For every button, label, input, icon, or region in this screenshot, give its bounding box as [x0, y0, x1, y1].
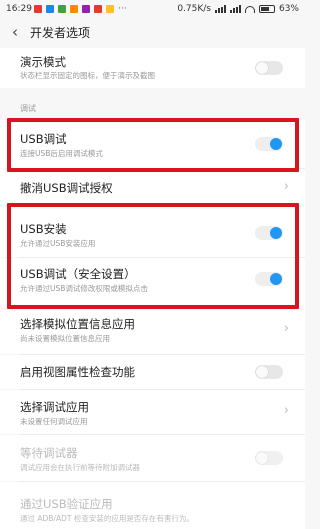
view-attr-toggle[interactable] [255, 365, 283, 379]
setting-subtitle: 未设置任何调试应用 [20, 417, 88, 426]
chevron-right-icon: › [283, 179, 289, 194]
app-notification-icon [58, 5, 66, 13]
wait-debugger-toggle[interactable] [255, 451, 283, 465]
signal-icon [229, 5, 241, 13]
app-notification-icon [46, 5, 54, 13]
setting-select-debug-app[interactable]: 选择调试应用 未设置任何调试应用 › [0, 390, 305, 434]
setting-demo-mode[interactable]: 演示模式 状态栏显示固定的图标，便于演示及截图 [0, 48, 305, 88]
status-time: 16:29 [6, 4, 32, 14]
app-notification-icon [106, 5, 114, 13]
page-title: 开发者选项 [30, 25, 91, 40]
wifi-icon [244, 5, 255, 13]
chevron-right-icon: › [283, 403, 289, 418]
highlight-box [7, 118, 299, 172]
setting-title: 演示模式 [20, 55, 66, 69]
setting-subtitle: 通过 ADB/ADT 检查安装的应用是否存在有害行为。 [20, 514, 194, 523]
more-notifications-icon: ··· [118, 4, 127, 14]
setting-title: 撤消USB调试授权 [20, 181, 113, 195]
setting-view-attr-inspection[interactable]: 启用视图属性检查功能 [0, 355, 305, 389]
demo-mode-toggle[interactable] [255, 61, 283, 75]
setting-subtitle: 状态栏显示固定的图标，便于演示及截图 [20, 71, 155, 80]
signal-icon [214, 5, 226, 13]
net-speed: 0.75K/s [177, 4, 211, 14]
setting-title: 通过USB验证应用 [20, 497, 113, 511]
app-notification-icon [70, 5, 78, 13]
status-bar: 16:29 ··· 0.75K/s 63% [0, 0, 305, 18]
setting-subtitle: 调试应用会在执行前等待附加调试器 [20, 463, 140, 472]
setting-verify-apps-usb[interactable]: 通过USB验证应用 通过 ADB/ADT 检查安装的应用是否存在有害行为。 [0, 482, 305, 529]
setting-title: 选择调试应用 [20, 400, 89, 414]
setting-mock-location[interactable]: 选择模拟位置信息应用 尚未设置模拟位置信息应用 › [0, 310, 305, 354]
app-notification-icon [94, 5, 102, 13]
setting-revoke-usb-auth[interactable]: 撤消USB调试授权 › [0, 169, 305, 205]
app-notification-icon [82, 5, 90, 13]
battery-percent: 63% [278, 4, 299, 14]
battery-icon [258, 5, 275, 13]
setting-subtitle: 尚未设置模拟位置信息应用 [20, 334, 110, 343]
highlight-box [7, 203, 299, 309]
setting-title: 等待调试器 [20, 446, 78, 460]
app-notification-icon [34, 5, 42, 13]
chevron-right-icon: › [283, 321, 289, 336]
section-header-debug: 调试 [20, 104, 36, 113]
setting-title: 选择模拟位置信息应用 [20, 317, 135, 331]
setting-wait-for-debugger[interactable]: 等待调试器 调试应用会在执行前等待附加调试器 [0, 435, 305, 481]
chevron-left-icon[interactable]: ‹ [12, 24, 18, 40]
notification-icons: ··· [34, 4, 127, 14]
app-header: ‹ 开发者选项 [0, 18, 305, 46]
setting-title: 启用视图属性检查功能 [20, 365, 135, 379]
